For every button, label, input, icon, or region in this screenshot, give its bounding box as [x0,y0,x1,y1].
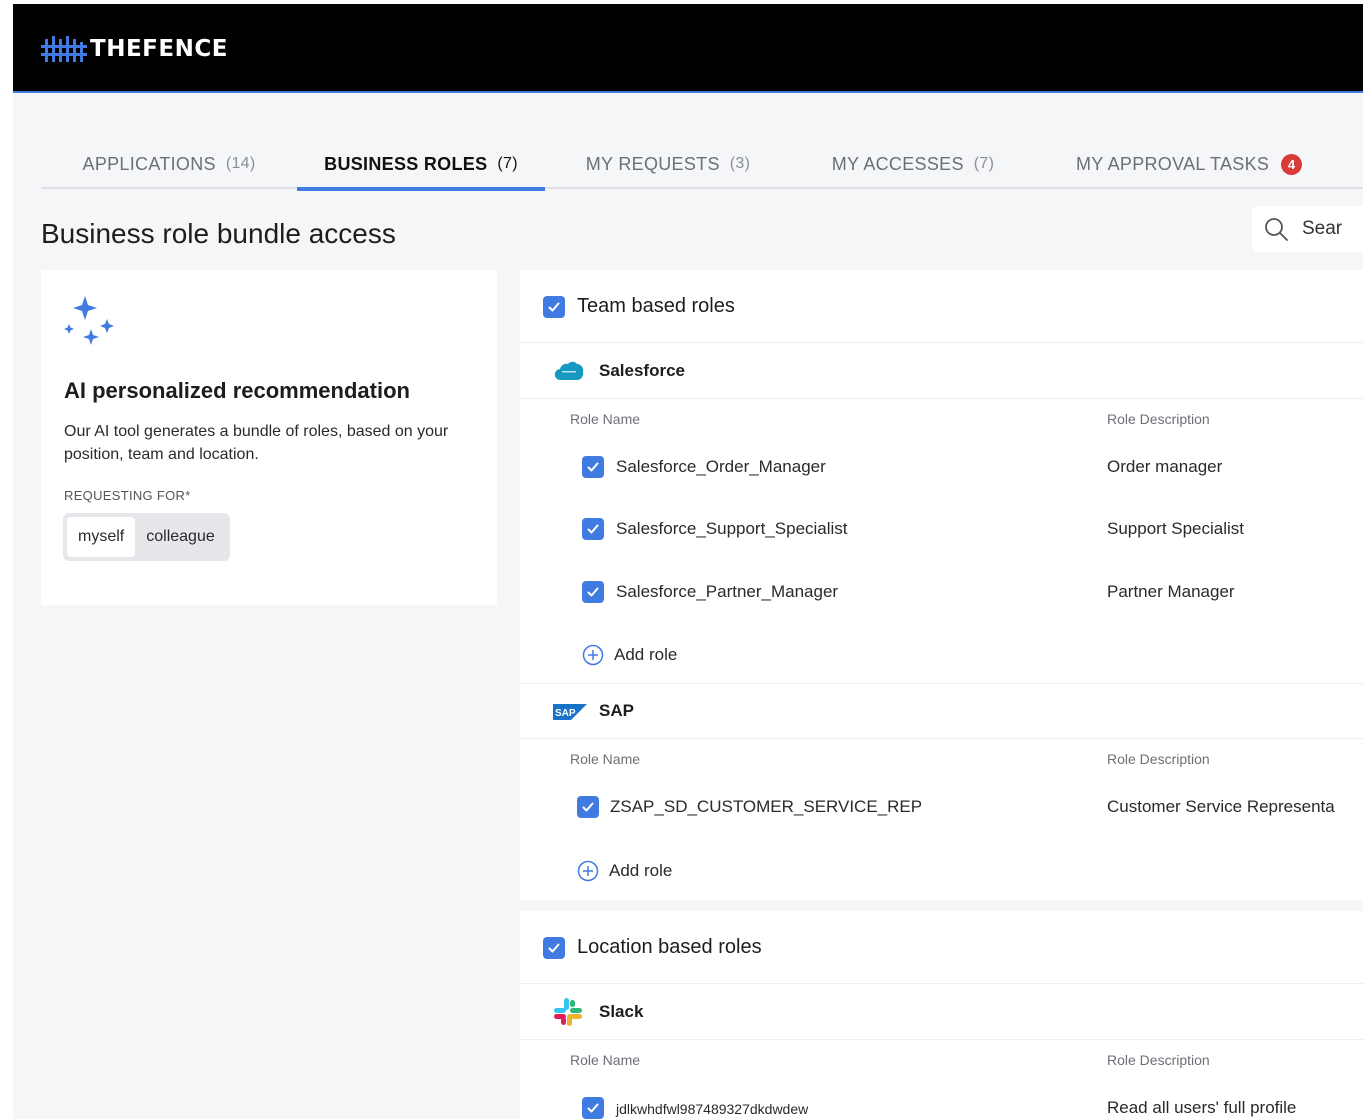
role-description: Support Specialist [1107,519,1245,538]
tab-label: MY REQUESTS [585,153,720,174]
role-description: Customer Service Representa [1107,797,1335,816]
svg-text:SAP: SAP [555,708,576,719]
role-checkbox[interactable] [582,1097,604,1119]
col-role-description: Role Description [1107,1052,1210,1068]
role-checkbox[interactable] [577,796,599,818]
tab-label: MY APPROVAL TASKS [1076,153,1270,174]
add-circle-icon [577,860,599,882]
location-roles-checkbox[interactable] [543,937,565,959]
role-row: ZSAP_SD_CUSTOMER_SERVICE_REP Customer Se… [520,787,1363,827]
app-frame: THEFENCE APPLICATIONS (14) BUSINESS ROLE… [13,4,1363,1119]
tab-count: (14) [225,155,256,172]
sap-logo-icon: SAP [553,704,587,720]
tab-count: (7) [973,155,995,172]
section-header: Location based roles [520,911,1363,984]
role-description: Order manager [1107,457,1223,476]
add-circle-icon [582,644,604,666]
tab-my-approval-tasks[interactable]: MY APPROVAL TASKS 4 [1035,139,1363,189]
add-role-button[interactable]: Add role [582,640,677,670]
role-description: Read all users' full profile [1107,1098,1297,1117]
location-based-roles-section: Location based roles Slack Role Name Rol… [520,911,1363,1119]
role-row: Salesforce_Partner_Manager Partner Manag… [520,572,1363,612]
tab-applications[interactable]: APPLICATIONS (14) [41,139,297,189]
search-input[interactable]: Sear [1252,206,1363,252]
requesting-for-label: REQUESTING FOR* [64,488,191,503]
role-name: ZSAP_SD_CUSTOMER_SERVICE_REP [610,797,923,816]
slack-logo-icon [554,998,582,1026]
section-header: Team based roles [520,270,1363,343]
role-name: Salesforce_Partner_Manager [616,582,839,601]
option-colleague[interactable]: colleague [135,517,226,557]
salesforce-cloud-icon [554,361,584,380]
role-name: Salesforce_Support_Specialist [616,519,848,538]
brand-logo[interactable]: THEFENCE [41,36,228,62]
app-name: Slack [599,1002,644,1021]
role-row: jdlkwhdfwl987489327dkdwdew Read all user… [520,1088,1363,1119]
role-checkbox[interactable] [582,518,604,540]
tab-my-requests[interactable]: MY REQUESTS (3) [545,139,791,189]
check-icon [548,943,560,953]
ai-card-description: Our AI tool generates a bundle of roles,… [64,423,449,463]
col-role-description: Role Description [1107,411,1210,427]
approval-count-badge: 4 [1281,153,1303,175]
app-header-sap: SAP SAP [520,683,1363,739]
role-row: Salesforce_Support_Specialist Support Sp… [520,509,1363,549]
search-icon [1265,218,1288,241]
top-bar: THEFENCE [13,4,1363,93]
ai-card-title: AI personalized recommendation [64,378,410,403]
check-icon [582,802,594,812]
section-title: Team based roles [577,295,735,317]
fence-logo-icon [41,36,87,62]
app-name: Salesforce [599,361,685,380]
check-icon [587,1103,599,1113]
team-roles-checkbox[interactable] [543,296,565,318]
main-tabs: APPLICATIONS (14) BUSINESS ROLES (7) MY … [41,139,1363,191]
check-icon [587,462,599,472]
tab-my-accesses[interactable]: MY ACCESSES (7) [791,139,1035,189]
tab-count: (7) [497,155,518,172]
tab-business-roles[interactable]: BUSINESS ROLES (7) [297,139,545,191]
tab-count: (3) [729,155,751,172]
search-placeholder: Sear [1302,218,1343,239]
section-title: Location based roles [577,936,762,958]
role-description: Partner Manager [1107,582,1235,601]
col-role-name: Role Name [570,751,641,767]
ai-recommendation-card: AI personalized recommendation Our AI to… [41,270,497,605]
col-role-name: Role Name [570,1052,641,1068]
requesting-for-toggle: myself colleague [63,513,230,561]
check-icon [548,302,560,312]
sparkles-icon [64,296,114,345]
role-name: Salesforce_Order_Manager [616,457,826,476]
col-role-name: Role Name [570,411,641,427]
add-role-label: Add role [609,861,673,880]
option-myself[interactable]: myself [67,517,136,557]
tab-label: MY ACCESSES [831,153,964,174]
add-role-button[interactable]: Add role [577,856,672,886]
team-based-roles-section: Team based roles Salesforce Role Name Ro… [520,270,1363,900]
role-checkbox[interactable] [582,456,604,478]
role-row: Salesforce_Order_Manager Order manager [520,447,1363,487]
app-header-salesforce: Salesforce [520,343,1363,399]
col-role-description: Role Description [1107,751,1210,767]
check-icon [587,587,599,597]
check-icon [587,524,599,534]
app-name: SAP [599,701,634,720]
app-header-slack: Slack [520,984,1363,1040]
role-checkbox[interactable] [582,581,604,603]
tab-label: APPLICATIONS [82,153,216,174]
add-role-label: Add role [614,645,678,664]
role-name: jdlkwhdfwl987489327dkdwdew [616,1101,809,1117]
tab-label: BUSINESS ROLES [324,153,488,174]
brand-name: THEFENCE [90,36,228,62]
page-title: Business role bundle access [41,218,396,249]
